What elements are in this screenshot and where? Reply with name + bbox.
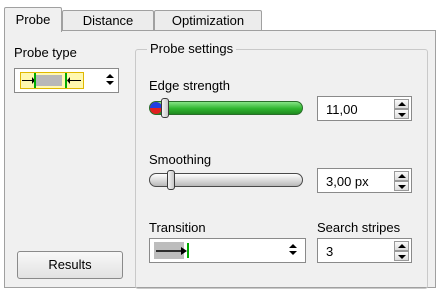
spin-up-button[interactable] xyxy=(394,241,409,251)
slider-thumb[interactable] xyxy=(161,98,169,118)
smoothing-value: 3,00 px xyxy=(326,174,369,189)
edge-strength-spinbox[interactable]: 11,00 xyxy=(317,96,412,121)
smoothing-label: Smoothing xyxy=(149,152,212,167)
chevron-updown-icon xyxy=(288,244,298,255)
search-stripes-value: 3 xyxy=(326,244,334,259)
probe-type-label: Probe type xyxy=(14,45,77,60)
smoothing-spinbox[interactable]: 3,00 px xyxy=(317,168,412,193)
dark-to-light-transition-icon xyxy=(154,242,220,259)
chevron-updown-icon xyxy=(105,74,115,85)
probe-panel: Probe type Probe settings Edge strength … xyxy=(4,30,436,289)
spin-down-button[interactable] xyxy=(394,251,409,261)
spin-up-button[interactable] xyxy=(394,99,409,109)
spin-up-button[interactable] xyxy=(394,171,409,181)
tab-distance[interactable]: Distance xyxy=(62,10,154,31)
edge-strength-label: Edge strength xyxy=(149,78,230,93)
search-stripes-spinbox[interactable]: 3 xyxy=(317,238,412,263)
spin-down-button[interactable] xyxy=(394,109,409,119)
search-stripes-label: Search stripes xyxy=(317,220,401,235)
tab-optimization[interactable]: Optimization xyxy=(154,10,262,31)
probe-settings-title: Probe settings xyxy=(147,41,237,56)
transition-combo[interactable] xyxy=(149,238,306,263)
slider-thumb[interactable] xyxy=(167,170,175,190)
probe-edge-pair-icon xyxy=(20,72,84,89)
edge-strength-value: 11,00 xyxy=(326,102,358,117)
spin-down-button[interactable] xyxy=(394,181,409,191)
tab-probe[interactable]: Probe xyxy=(4,7,62,32)
transition-label: Transition xyxy=(149,220,206,235)
slider-track xyxy=(149,101,303,115)
probe-type-combo[interactable] xyxy=(14,68,119,93)
results-button[interactable]: Results xyxy=(17,251,123,279)
